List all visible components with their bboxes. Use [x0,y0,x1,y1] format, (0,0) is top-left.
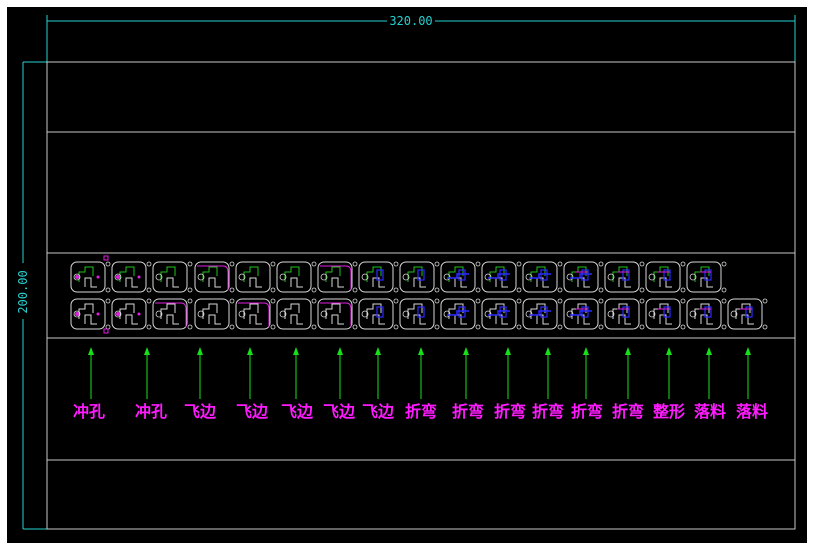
station-label: 飞边 [236,402,269,421]
station-arrow [337,347,343,399]
station-arrows [88,347,751,399]
strip-part [686,261,727,293]
station-arrow [197,347,203,399]
strip-part [604,261,645,293]
station-label: 折弯 [452,402,484,421]
station-label: 飞边 [184,402,217,421]
station-label: 折弯 [494,402,526,421]
strip-part [111,261,152,293]
station-arrow [247,347,253,399]
station-arrow [706,347,712,399]
strip-part [317,261,358,293]
height-dimension-label: 200.00 [16,270,30,313]
strip-part [399,261,440,293]
strip-part [440,298,481,330]
station-arrow [463,347,469,399]
strip-part [235,298,276,330]
station-label: 飞边 [323,402,356,421]
station-label: 落料 [736,402,768,421]
station-label: 折弯 [571,402,603,421]
station-arrow [293,347,299,399]
strip-part [440,261,481,293]
pilot-marker [103,328,109,334]
strip-part [70,298,111,330]
station-arrow [88,347,94,399]
station-arrow [625,347,631,399]
strip-part [276,261,317,293]
cad-window: 320.00 200.00 冲孔 冲孔 飞边 飞边 飞边 飞边 飞边 折弯 折弯 折弯 折弯 折弯 折弯… [0,0,814,550]
station-arrow [745,347,751,399]
strip-part [645,261,686,293]
strip-part [358,261,399,293]
station-label: 飞边 [281,402,314,421]
strip-part [686,298,727,330]
strip-part [152,298,193,330]
strip-part [645,298,686,330]
strip-part [481,298,522,330]
width-dimension-label: 320.00 [389,14,432,28]
strip-part [522,261,563,293]
station-label: 折弯 [532,402,564,421]
strip-part [563,298,604,330]
station-arrow [583,347,589,399]
drawing-canvas[interactable]: 320.00 200.00 冲孔 冲孔 飞边 飞边 飞边 飞边 飞边 折弯 折弯 折弯 折弯 折弯 折弯… [7,7,807,543]
strip-part [317,298,358,330]
plate-frame [46,61,796,530]
strip-part [111,298,152,330]
station-label: 落料 [694,402,726,421]
width-dimension [46,15,796,132]
pilot-marker [103,255,109,261]
strip-part [481,261,522,293]
station-labels: 冲孔 冲孔 飞边 飞边 飞边 飞边 飞边 折弯 折弯 折弯 折弯 折弯 折弯 整形 落料 落料 [73,402,768,421]
station-label: 飞边 [362,402,395,421]
station-label: 冲孔 [135,402,167,421]
strip-part [358,298,399,330]
strip-part [522,298,563,330]
station-arrow [375,347,381,399]
strip-part [563,261,604,293]
strip-parts [70,255,768,334]
strip-part [152,261,193,293]
station-arrow [144,347,150,399]
station-arrow [545,347,551,399]
station-arrow [505,347,511,399]
station-arrow [666,347,672,399]
station-label: 折弯 [612,402,644,421]
strip-part [194,261,235,293]
station-label: 冲孔 [73,402,105,421]
strip-part [194,298,235,330]
strip-part [727,298,768,330]
station-label: 折弯 [405,402,437,421]
strip-part [235,261,276,293]
strip-part [604,298,645,330]
strip-part [70,261,111,293]
strip-part [276,298,317,330]
station-arrow [418,347,424,399]
strip-layout-drawing: 320.00 200.00 冲孔 冲孔 飞边 飞边 飞边 飞边 飞边 折弯 折弯 折弯 折弯 折弯 折弯… [16,14,796,530]
station-label: 整形 [652,402,685,421]
strip-part [399,298,440,330]
